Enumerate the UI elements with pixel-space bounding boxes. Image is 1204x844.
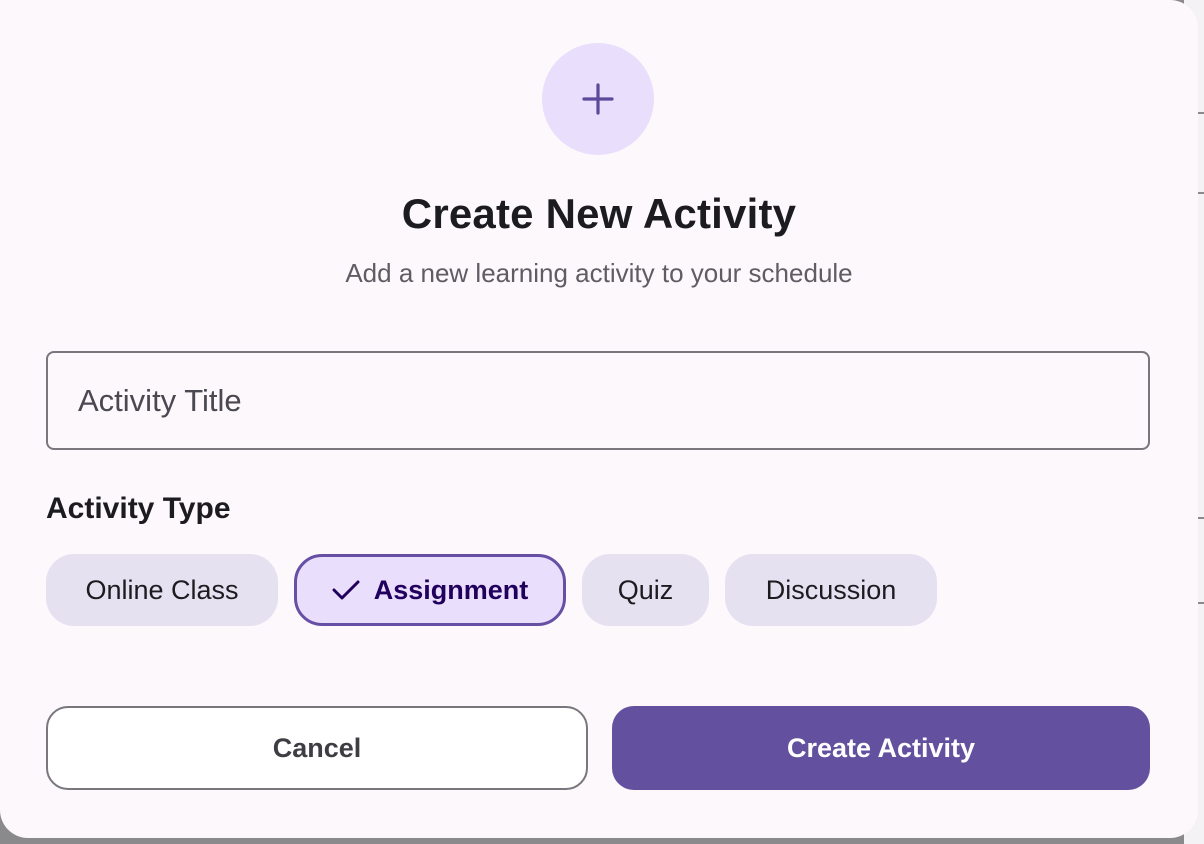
chip-quiz[interactable]: Quiz xyxy=(582,554,709,626)
plus-icon xyxy=(582,83,614,115)
activity-type-chips: Online Class Assignment Quiz Discussion xyxy=(46,554,937,626)
chip-label: Online Class xyxy=(85,574,239,605)
dialog-icon-container xyxy=(542,43,654,155)
cancel-button-label: Cancel xyxy=(272,732,362,763)
create-button-label: Create Activity xyxy=(786,732,976,763)
background-divider xyxy=(1198,517,1204,519)
background-divider xyxy=(1198,112,1204,114)
dialog-subtitle: Add a new learning activity to your sche… xyxy=(345,258,853,288)
check-icon xyxy=(332,580,360,600)
chip-assignment[interactable]: Assignment xyxy=(294,554,566,626)
background-divider xyxy=(1198,192,1204,194)
background-divider xyxy=(1198,602,1204,604)
cancel-button[interactable]: Cancel xyxy=(46,706,588,790)
activity-title-input[interactable] xyxy=(46,351,1150,450)
chip-discussion[interactable]: Discussion xyxy=(725,554,937,626)
chip-label: Assignment xyxy=(373,574,529,605)
dialog-title: Create New Activity xyxy=(401,190,797,237)
chip-label: Discussion xyxy=(765,574,897,605)
chip-label: Quiz xyxy=(617,574,674,605)
create-activity-button[interactable]: Create Activity xyxy=(612,706,1150,790)
chip-online-class[interactable]: Online Class xyxy=(46,554,278,626)
create-activity-dialog: Create New Activity Add a new learning a… xyxy=(0,0,1198,838)
activity-type-label: Activity Type xyxy=(46,492,231,525)
